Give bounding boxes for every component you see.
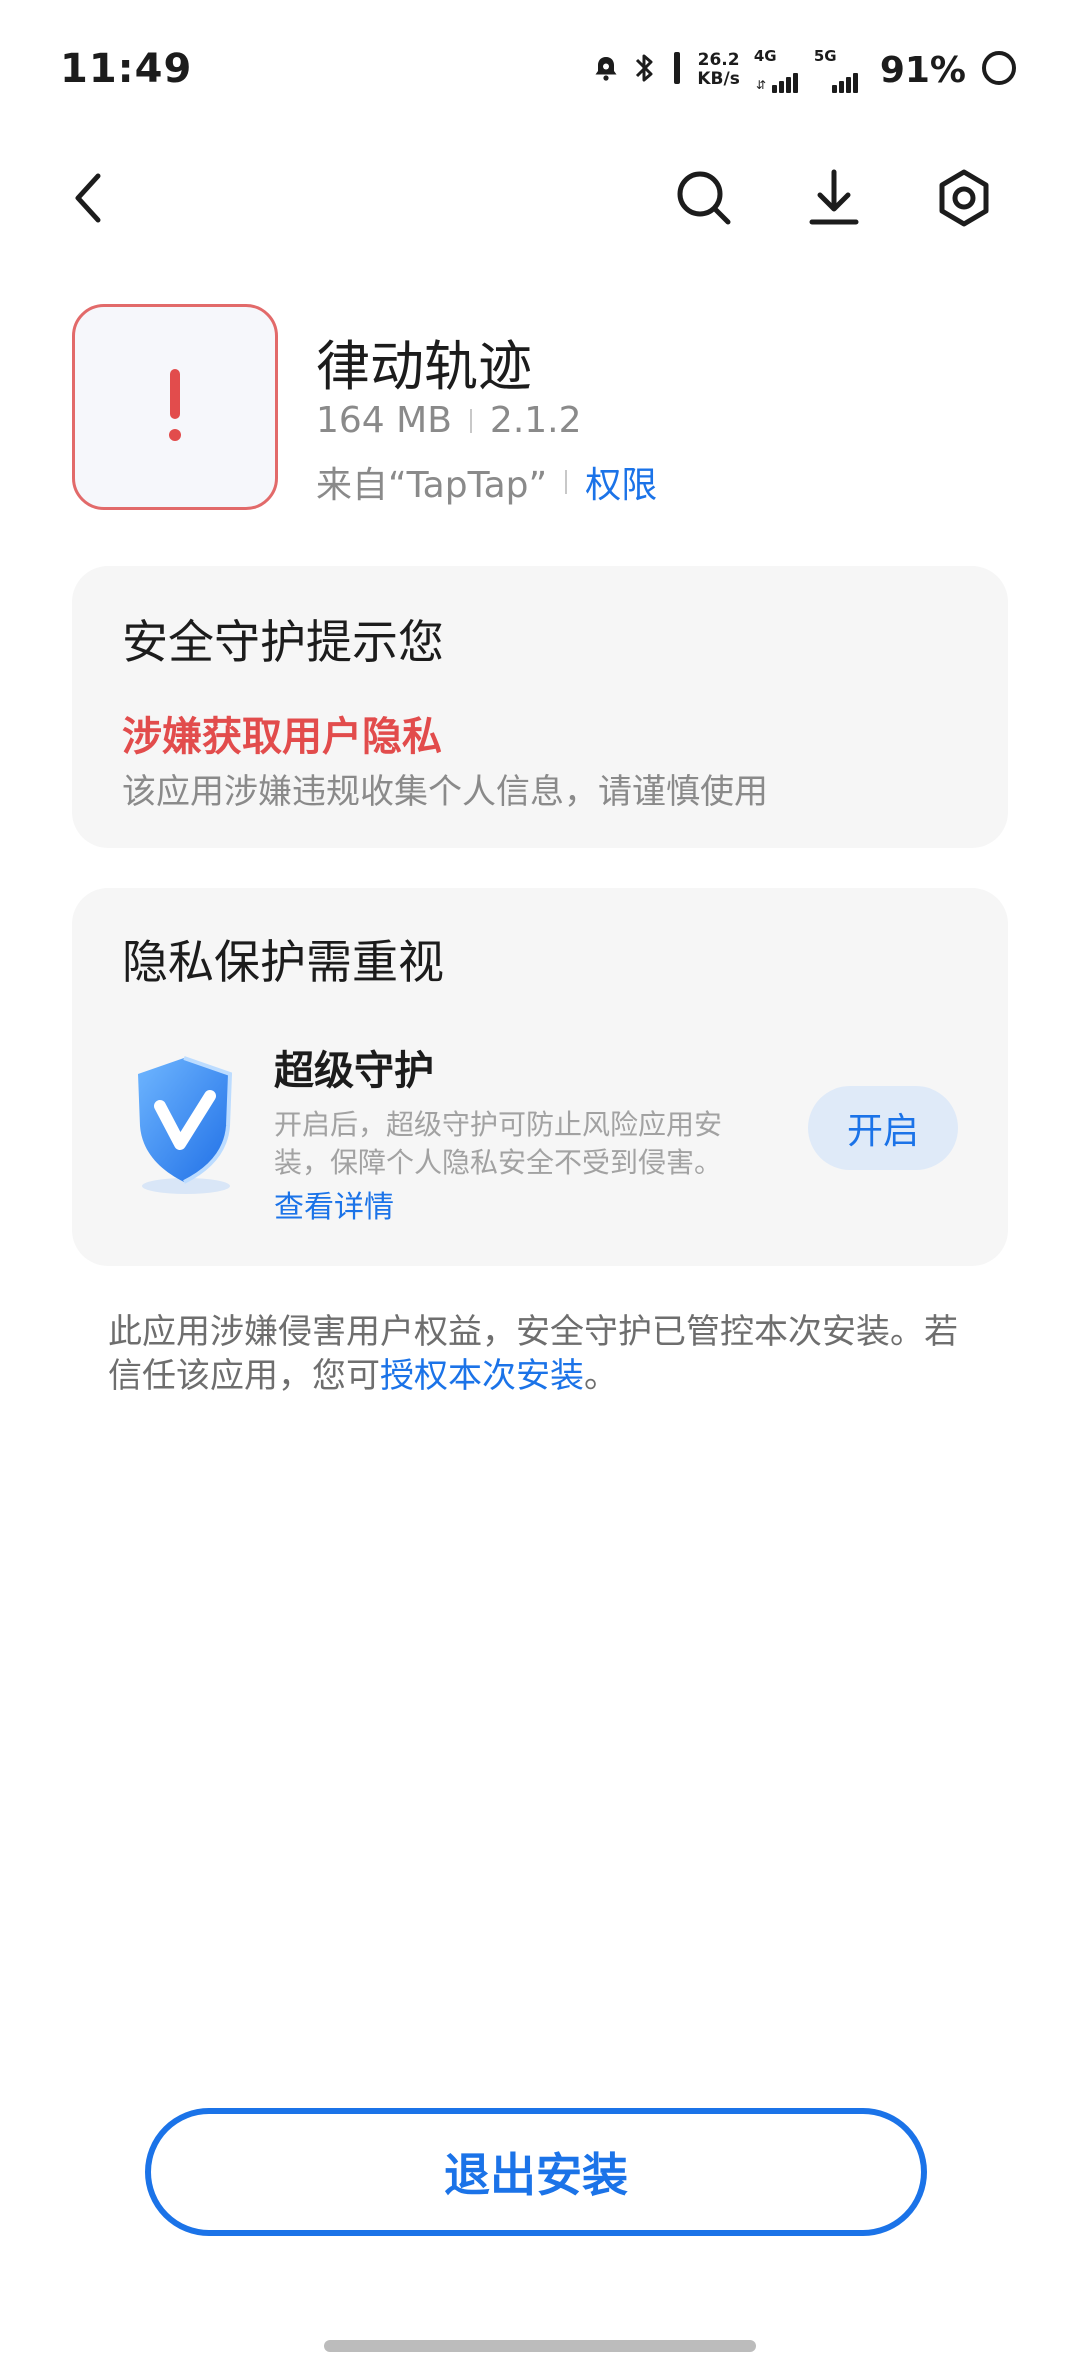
app-source: 来自“TapTap”: [316, 465, 548, 506]
install-notice: 此应用涉嫌侵害用户权益，安全守护已管控本次安装。若信任该应用，您可授权本次安装。: [108, 1310, 988, 1398]
back-button[interactable]: [52, 164, 124, 236]
battery-percent: 91%: [879, 49, 966, 91]
app-meta: 164 MB 2.1.2: [316, 400, 582, 441]
app-source-row: 来自“TapTap” 权限: [316, 456, 657, 508]
shield-v-icon: [124, 1048, 244, 1198]
enable-super-guard-button[interactable]: 开启: [808, 1086, 958, 1170]
net-speed-value: 26.2: [697, 50, 740, 70]
status-icons: 26.2 KB/s 4G ⇵ 5G 91%: [593, 44, 1018, 96]
install-screen: 11:49 26.2 KB/s 4G ⇵ 5G 91% 律动轨迹 164 MB …: [0, 0, 1080, 2376]
authorize-install-link[interactable]: 授权本次安装: [380, 1356, 584, 1396]
vibrate-icon: [671, 50, 683, 90]
view-details-link[interactable]: 查看详情: [274, 1182, 394, 1226]
data-arrows-icon: ⇵: [755, 78, 766, 92]
sim2-network-type: 5G: [813, 47, 837, 65]
sim1-network-type: 4G: [753, 47, 777, 65]
meta-divider: [469, 408, 472, 433]
battery-ring-icon: [980, 49, 1018, 91]
risk-description: 该应用涉嫌违规收集个人信息，请谨慎使用: [122, 772, 768, 812]
settings-icon: [934, 168, 994, 232]
warning-exclamation-icon: [160, 365, 190, 449]
status-time: 11:49: [60, 46, 193, 92]
source-divider: [565, 470, 568, 494]
download-button[interactable]: [798, 164, 870, 236]
app-size: 164 MB: [316, 400, 452, 441]
bluetooth-icon: [633, 50, 657, 90]
net-speed-unit: KB/s: [697, 69, 740, 89]
privacy-protection-card: 隐私保护需重视 超级守护 开启后，超级守护可防止风险应用安装，保障个人隐私安全不…: [72, 888, 1008, 1266]
risk-title: 涉嫌获取用户隐私: [122, 714, 442, 760]
settings-button[interactable]: [928, 164, 1000, 236]
home-indicator[interactable]: [324, 2340, 756, 2352]
app-icon: [72, 304, 278, 510]
permissions-link[interactable]: 权限: [585, 456, 657, 508]
super-guard-title: 超级守护: [274, 1048, 434, 1094]
notice-text-end: 。: [584, 1356, 618, 1396]
super-guard-description: 开启后，超级守护可防止风险应用安装，保障个人隐私安全不受到侵害。: [274, 1108, 723, 1179]
alarm-icon: [593, 54, 619, 86]
sim2-signal-icon: 5G: [814, 47, 860, 93]
exit-install-button[interactable]: 退出安装: [145, 2108, 927, 2236]
sim1-signal-icon: 4G ⇵: [754, 47, 800, 93]
status-bar: 11:49 26.2 KB/s 4G ⇵ 5G 91%: [0, 0, 1080, 140]
security-warning-card: 安全守护提示您 涉嫌获取用户隐私 该应用涉嫌违规收集个人信息，请谨慎使用: [72, 566, 1008, 848]
back-icon: [68, 170, 108, 230]
search-button[interactable]: [668, 164, 740, 236]
privacy-card-title: 隐私保护需重视: [122, 935, 444, 989]
security-card-title: 安全守护提示您: [122, 615, 444, 669]
app-name: 律动轨迹: [316, 335, 532, 398]
net-speed: 26.2 KB/s: [697, 51, 739, 89]
search-icon: [674, 168, 734, 232]
top-navigation: [0, 150, 1080, 250]
app-version: 2.1.2: [489, 400, 582, 441]
download-icon: [806, 168, 862, 232]
